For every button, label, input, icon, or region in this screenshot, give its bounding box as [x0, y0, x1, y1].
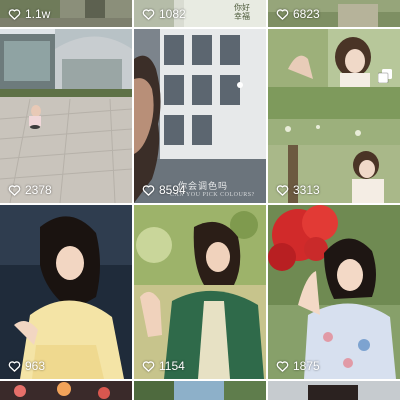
heart-outline-icon	[8, 185, 21, 196]
heart-outline-icon	[276, 9, 289, 20]
like-count-value: 1875	[293, 359, 320, 373]
feed-post-card[interactable]: 2378	[0, 29, 132, 203]
post-photo	[268, 205, 400, 379]
like-count: 3313	[276, 183, 320, 197]
like-count-value: 8594	[159, 183, 186, 197]
like-count: 963	[8, 359, 45, 373]
like-count-value: 1082	[159, 7, 186, 21]
post-photo	[134, 205, 266, 379]
feed-post-card[interactable]: 1.1w	[0, 0, 132, 27]
feed-post-card[interactable]: 3313	[268, 29, 400, 203]
post-photo	[0, 29, 132, 203]
feed-post-card[interactable]	[0, 381, 132, 400]
post-photo	[268, 29, 400, 203]
heart-outline-icon	[8, 9, 21, 20]
heart-outline-icon	[8, 361, 21, 372]
like-count-value: 3313	[293, 183, 320, 197]
feed-post-card[interactable]: 6823	[268, 0, 400, 27]
post-photo	[0, 205, 132, 379]
post-photo	[0, 381, 132, 400]
like-count: 2378	[8, 183, 52, 197]
post-photo	[134, 29, 266, 203]
heart-outline-icon	[142, 361, 155, 372]
feed-post-card[interactable]	[134, 381, 266, 400]
storefront-sign: 你好 幸福	[234, 3, 250, 21]
feed-post-card[interactable]: 963	[0, 205, 132, 379]
like-count-value: 963	[25, 359, 46, 373]
feed-post-card[interactable]	[268, 381, 400, 400]
heart-outline-icon	[276, 361, 289, 372]
heart-outline-icon	[142, 9, 155, 20]
like-count: 6823	[276, 7, 320, 21]
feed-post-card[interactable]: 1154	[134, 205, 266, 379]
photo-feed-grid: 1.1w 你好 幸福 1082 6823 2378 你会调色吗 CAN YOU …	[0, 0, 400, 400]
like-count: 1875	[276, 359, 320, 373]
like-count-value: 1154	[159, 359, 185, 373]
like-count: 1.1w	[8, 7, 50, 21]
like-count: 1154	[142, 359, 185, 373]
like-count-value: 2378	[25, 183, 52, 197]
feed-post-card[interactable]: 你会调色吗 CAN YOU PICK COLOURS? 8594	[134, 29, 266, 203]
post-photo	[268, 381, 400, 400]
heart-outline-icon	[276, 185, 289, 196]
feed-post-card[interactable]: 你好 幸福 1082	[134, 0, 266, 27]
post-photo	[134, 381, 266, 400]
like-count: 8594	[142, 183, 186, 197]
like-count-value: 6823	[293, 7, 320, 21]
heart-outline-icon	[142, 185, 155, 196]
like-count-value: 1.1w	[25, 7, 51, 21]
multiple-photos-icon	[378, 69, 392, 83]
feed-post-card[interactable]: 1875	[268, 205, 400, 379]
like-count: 1082	[142, 7, 186, 21]
